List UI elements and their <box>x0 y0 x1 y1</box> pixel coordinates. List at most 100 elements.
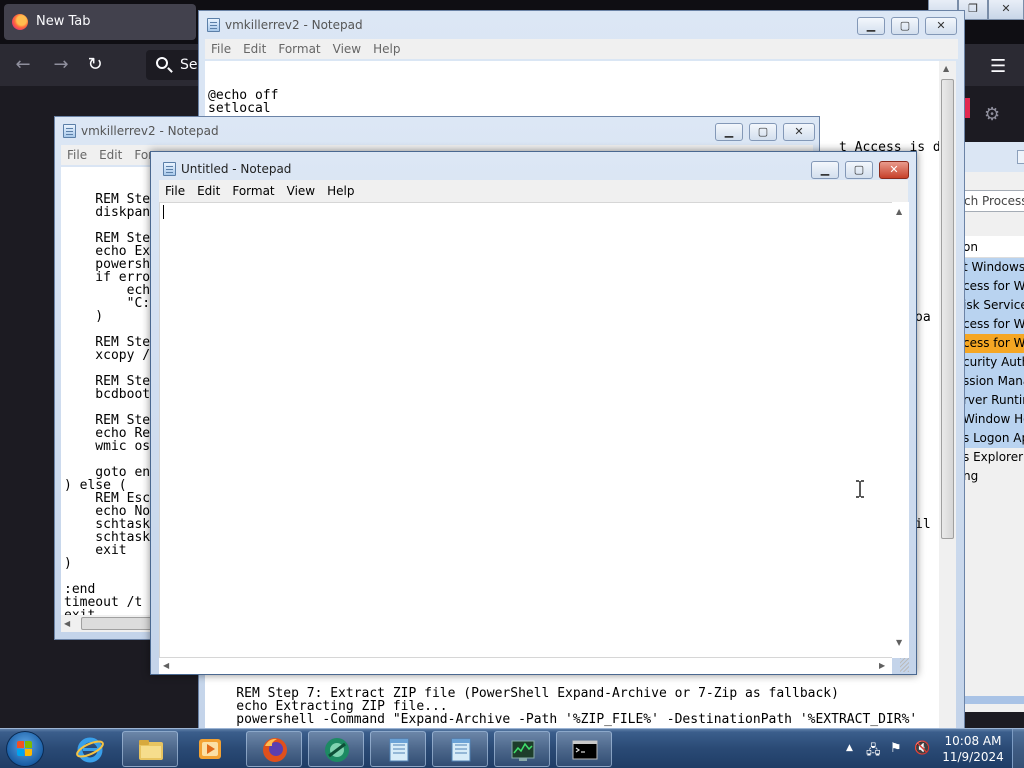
back-arrow-icon[interactable]: ← <box>12 54 34 76</box>
text-area[interactable] <box>159 202 893 658</box>
hamburger-menu-icon[interactable]: ☰ <box>990 56 1006 77</box>
menu-item-format[interactable]: Format <box>272 39 326 59</box>
taskbar-spyware-app[interactable] <box>308 731 364 767</box>
scroll-up-icon[interactable]: ▲ <box>896 207 902 217</box>
window-title-text: vmkillerrev2 - Notepad <box>81 124 219 138</box>
close-button[interactable]: ✕ <box>925 17 957 35</box>
menu-item-help[interactable]: Help <box>367 39 406 59</box>
process-row[interactable]: ng <box>963 467 1024 486</box>
window-title-text: vmkillerrev2 - Notepad <box>225 18 363 32</box>
volume-muted-icon[interactable]: 🔇 <box>914 741 930 756</box>
horizontal-scrollbar[interactable]: ◀ <box>61 615 153 632</box>
task-manager-button[interactable] <box>1017 150 1024 164</box>
menu-item-view[interactable]: View <box>327 39 367 59</box>
scroll-left-icon[interactable]: ◀ <box>163 661 169 671</box>
spyware-app-icon <box>325 738 349 762</box>
task-manager-window: ch Processe on t Windowscess for Wiisk S… <box>962 142 1024 712</box>
menu-item-edit[interactable]: Edit <box>237 39 272 59</box>
process-list: t Windows cess for Wi isk Service cess for … <box>963 258 1024 486</box>
clock-date: 11/9/2024 <box>942 750 1004 764</box>
scroll-left-icon[interactable]: ◀ <box>64 619 70 629</box>
scroll-down-icon[interactable]: ▼ <box>896 638 902 648</box>
menu-item-view[interactable]: View <box>281 180 321 202</box>
process-row[interactable]: cess for Wi <box>963 334 1024 353</box>
taskbar-file-explorer[interactable] <box>122 731 178 767</box>
start-button[interactable] <box>6 731 44 767</box>
scroll-thumb[interactable] <box>81 617 153 630</box>
clock[interactable]: 10:08 AM 11/9/2024 <box>940 733 1006 765</box>
description-column-header[interactable]: on <box>963 236 1024 258</box>
media-player-icon <box>199 739 221 759</box>
scroll-right-icon[interactable]: ▶ <box>879 661 885 671</box>
notepad-icon <box>451 738 471 762</box>
show-hidden-icons-icon[interactable]: ▲ <box>846 743 853 753</box>
url-bar[interactable]: Se <box>146 50 206 80</box>
window-title-text: Untitled - Notepad <box>181 162 292 176</box>
menu-bar: File Edit Format View Help <box>205 39 958 59</box>
tab-new-tab[interactable]: New Tab <box>4 4 196 40</box>
command-prompt-icon <box>572 740 598 760</box>
close-button[interactable]: ✕ <box>988 0 1024 20</box>
menu-item-file[interactable]: File <box>205 39 237 59</box>
maximize-button[interactable]: ▢ <box>845 161 873 179</box>
show-desktop-button[interactable] <box>1012 729 1024 768</box>
firefox-icon <box>263 738 287 762</box>
menu-item-edit[interactable]: Edit <box>191 180 226 202</box>
menu-item-help[interactable]: Help <box>321 180 360 202</box>
minimize-button[interactable]: ▁ <box>715 123 743 141</box>
notepad-icon <box>389 738 409 762</box>
search-processes-input[interactable]: ch Processe <box>963 190 1024 212</box>
menu-item-edit[interactable]: Edit <box>93 145 128 165</box>
vertical-scrollbar[interactable]: ▲ ▼ <box>892 202 909 658</box>
menu-item-format[interactable]: Format <box>226 180 280 202</box>
maximize-button[interactable]: ▢ <box>891 17 919 35</box>
taskbar-firefox[interactable] <box>246 731 302 767</box>
action-center-flag-icon[interactable]: ⚑ <box>890 741 902 756</box>
menu-item-file[interactable]: File <box>61 145 93 165</box>
window-title: vmkillerrev2 - Notepad <box>55 117 819 145</box>
scroll-thumb[interactable] <box>941 79 954 539</box>
maximize-button[interactable]: ▢ <box>749 123 777 141</box>
horizontal-scrollbar[interactable]: ◀ ▶ <box>159 658 892 674</box>
close-button[interactable]: ✕ <box>783 123 815 141</box>
process-row[interactable]: rver Runtim <box>963 391 1024 410</box>
process-row[interactable]: s Explorer <box>963 448 1024 467</box>
process-row[interactable]: cess for Wi <box>963 277 1024 296</box>
minimize-button[interactable]: ▁ <box>857 17 885 35</box>
notepad-icon <box>63 124 76 138</box>
text-area[interactable]: REM Ste diskpan REM Ste echo Ex powersh … <box>61 167 153 615</box>
process-row[interactable]: isk Service <box>963 296 1024 315</box>
vertical-scrollbar[interactable]: ▲ <box>939 61 956 729</box>
search-icon <box>156 57 168 69</box>
process-row[interactable]: curity Autho <box>963 353 1024 372</box>
notepad-window-untitled: Untitled - Notepad ▁ ▢ ✕ File Edit Format V… <box>150 151 917 675</box>
forward-arrow-icon[interactable]: → <box>50 54 72 76</box>
menu-bar: File Edit Format View Help <box>159 180 908 202</box>
internet-explorer-icon <box>76 737 104 763</box>
gear-icon[interactable]: ⚙ <box>984 104 1000 125</box>
menu-item-file[interactable]: File <box>159 180 191 202</box>
url-placeholder: Se <box>180 57 198 73</box>
process-row[interactable]: cess for Wi <box>963 315 1024 334</box>
resize-grip[interactable] <box>900 658 909 672</box>
taskbar-command-prompt[interactable] <box>556 731 612 767</box>
process-row[interactable]: s Logon Ap <box>963 429 1024 448</box>
task-manager-titlebar <box>963 142 1024 172</box>
windows-logo-icon <box>17 741 33 757</box>
taskbar-media-player[interactable] <box>182 731 238 767</box>
process-row[interactable]: Window Ho <box>963 410 1024 429</box>
close-button[interactable]: ✕ <box>879 161 909 179</box>
scroll-up-icon[interactable]: ▲ <box>943 64 949 74</box>
process-row[interactable]: t Windows <box>963 258 1024 277</box>
taskbar-task-manager[interactable] <box>494 731 550 767</box>
minimize-button[interactable]: ▁ <box>811 161 839 179</box>
clock-time: 10:08 AM <box>944 734 1002 748</box>
network-icon[interactable]: 🖧 <box>866 741 881 763</box>
text-caret <box>163 205 164 219</box>
taskbar-internet-explorer[interactable] <box>62 731 118 767</box>
reload-icon[interactable]: ↻ <box>84 54 106 76</box>
taskbar-notepad-2[interactable] <box>432 731 488 767</box>
folder-icon <box>139 740 163 760</box>
taskbar-notepad-1[interactable] <box>370 731 426 767</box>
process-row[interactable]: ssion Manag <box>963 372 1024 391</box>
